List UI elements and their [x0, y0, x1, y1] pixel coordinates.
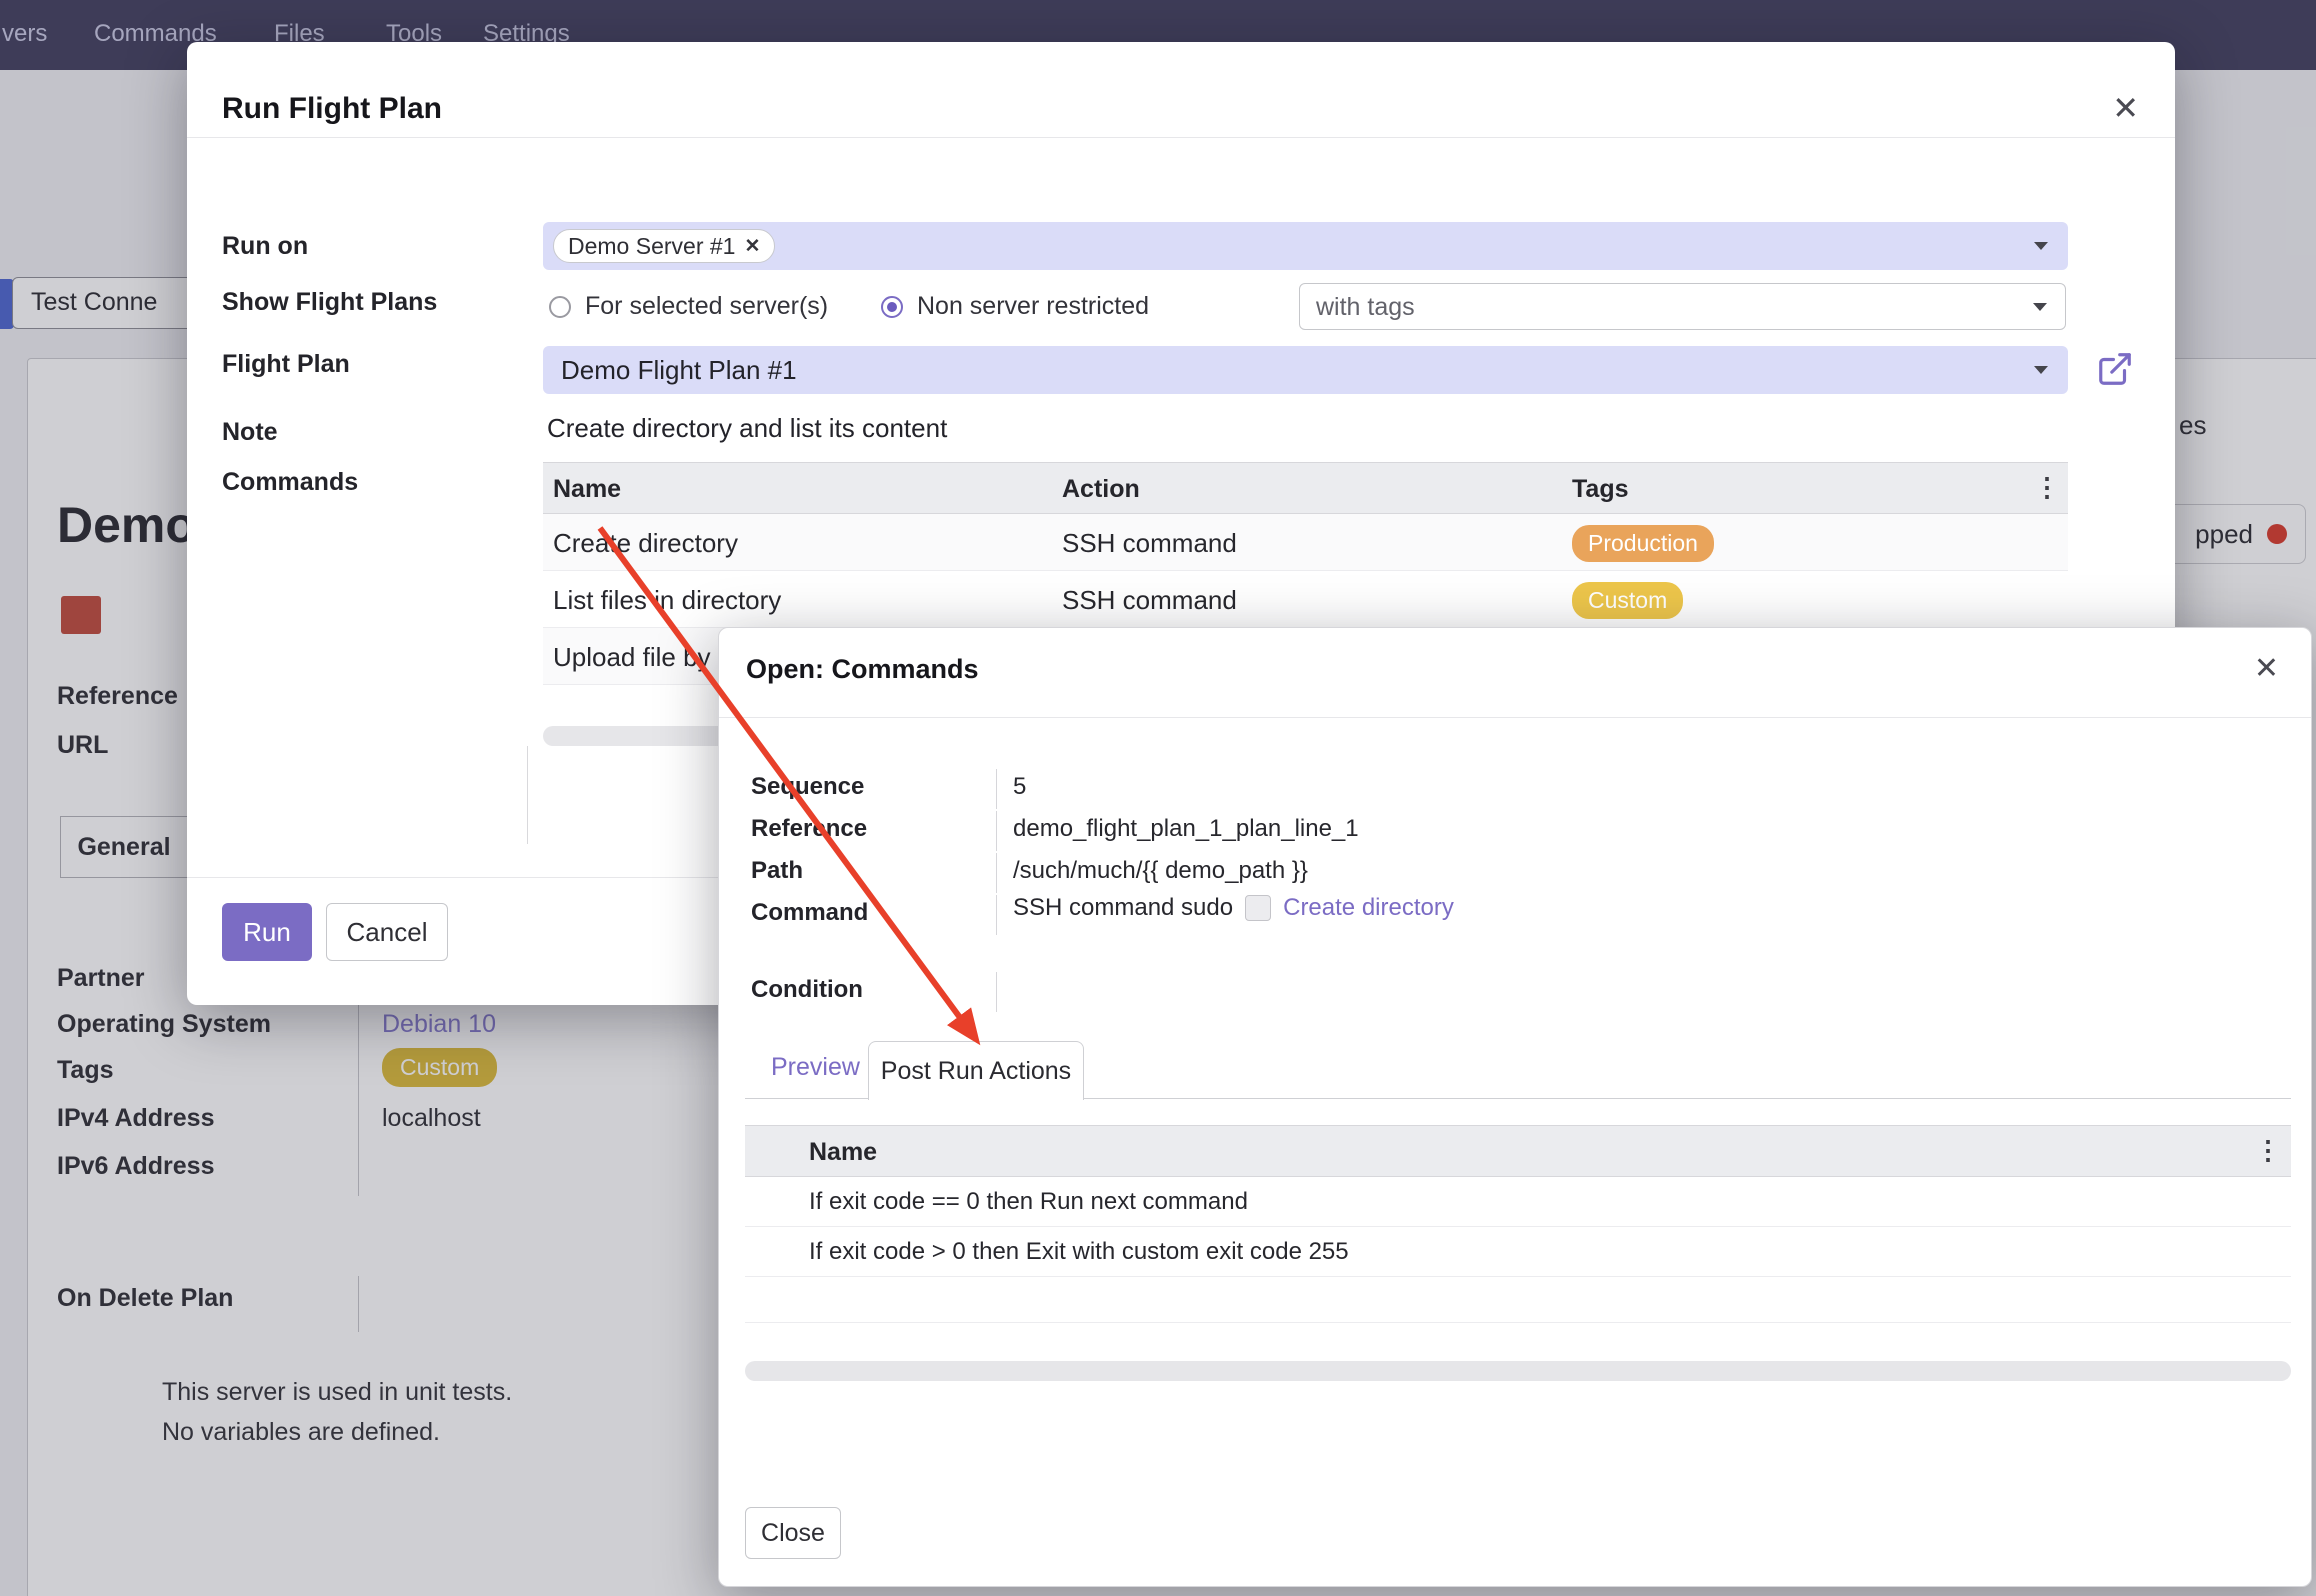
note-label: Note — [222, 418, 278, 447]
server-chip-label: Demo Server #1 — [568, 233, 735, 260]
path-label: Path — [751, 857, 803, 885]
tab-preview[interactable]: Preview — [771, 1053, 860, 1082]
field-separator — [996, 811, 997, 851]
radio-non-server-restricted[interactable] — [881, 296, 903, 318]
dialog-title: Open: Commands — [746, 654, 979, 685]
tag-badge: Custom — [1572, 582, 1683, 619]
commands-label: Commands — [222, 468, 358, 497]
cell-name: List files in directory — [553, 585, 781, 616]
post-run-actions-table: Name ⋮ If exit code == 0 then Run next c… — [745, 1125, 2291, 1323]
col-name[interactable]: Name — [809, 1138, 877, 1167]
condition-label: Condition — [751, 976, 863, 1004]
dialog-header — [187, 42, 2175, 138]
run-on-server-input[interactable]: Demo Server #1 ✕ — [543, 222, 2068, 270]
table-row[interactable]: Create directory SSH command Production — [543, 514, 2068, 571]
command-label: Command — [751, 899, 868, 927]
run-button[interactable]: Run — [222, 903, 312, 961]
col-name[interactable]: Name — [553, 475, 621, 504]
sequence-label: Sequence — [751, 773, 864, 801]
run-on-label: Run on — [222, 232, 308, 261]
chevron-down-icon[interactable] — [2033, 303, 2047, 311]
with-tags-filter-value: with tags — [1316, 293, 1415, 322]
tab-post-run-actions-label: Post Run Actions — [881, 1057, 1071, 1086]
chevron-down-icon[interactable] — [2034, 242, 2048, 250]
flight-plan-value: Demo Flight Plan #1 — [561, 355, 797, 386]
table-row-empty — [745, 1277, 2291, 1323]
field-separator — [996, 972, 997, 1012]
close-button[interactable]: Close — [745, 1507, 841, 1559]
dialog-title: Run Flight Plan — [222, 92, 442, 126]
command-value-row: SSH command sudo Create directory — [1013, 894, 1454, 922]
table-header-row: Name ⋮ — [745, 1125, 2291, 1177]
open-commands-dialog: Open: Commands ✕ Sequence 5 Reference de… — [718, 627, 2312, 1587]
command-value: SSH command sudo — [1013, 894, 1233, 922]
field-separator — [996, 769, 997, 809]
cell-name: Create directory — [553, 528, 738, 559]
field-separator — [996, 853, 997, 893]
field-separator — [996, 895, 997, 935]
tag-badge: Production — [1572, 525, 1714, 562]
path-value: /such/much/{{ demo_path }} — [1013, 857, 1308, 885]
radio-for-selected-servers[interactable] — [549, 296, 571, 318]
cell-name: If exit code == 0 then Run next command — [809, 1188, 1248, 1216]
sequence-value: 5 — [1013, 773, 1026, 801]
flight-plan-label: Flight Plan — [222, 350, 350, 379]
col-action[interactable]: Action — [1062, 475, 1140, 504]
table-row[interactable]: If exit code == 0 then Run next command — [745, 1177, 2291, 1227]
horizontal-scrollbar[interactable] — [745, 1361, 2291, 1381]
show-flight-plans-label: Show Flight Plans — [222, 288, 437, 317]
flight-plan-select[interactable]: Demo Flight Plan #1 — [543, 346, 2068, 394]
chevron-down-icon[interactable] — [2034, 366, 2048, 374]
create-directory-link[interactable]: Create directory — [1283, 894, 1454, 922]
external-link-icon[interactable] — [2096, 350, 2134, 388]
close-icon[interactable]: ✕ — [2254, 654, 2279, 684]
cell-action: SSH command — [1062, 585, 1237, 616]
screen: vers Commands Files Tools Settings Test … — [0, 0, 2316, 1596]
table-options-kebab-icon[interactable]: ⋮ — [2255, 1137, 2281, 1163]
flight-plan-description: Create directory and list its content — [547, 413, 947, 444]
radio-non-server-restricted-label[interactable]: Non server restricted — [917, 292, 1149, 321]
reference-label: Reference — [751, 815, 867, 843]
remove-chip-icon[interactable]: ✕ — [744, 235, 760, 258]
close-icon[interactable]: ✕ — [2112, 92, 2139, 124]
table-row[interactable]: If exit code > 0 then Exit with custom e… — [745, 1227, 2291, 1277]
table-options-kebab-icon[interactable]: ⋮ — [2034, 474, 2060, 500]
table-row[interactable]: List files in directory SSH command Cust… — [543, 571, 2068, 628]
cell-name: If exit code > 0 then Exit with custom e… — [809, 1238, 1349, 1266]
label-column-separator — [527, 746, 528, 844]
with-tags-filter-input[interactable]: with tags — [1299, 283, 2066, 330]
col-tags[interactable]: Tags — [1572, 475, 1629, 504]
cell-name: Upload file by — [553, 642, 711, 673]
cancel-button[interactable]: Cancel — [326, 903, 448, 961]
reference-value: demo_flight_plan_1_plan_line_1 — [1013, 815, 1359, 843]
radio-for-selected-servers-label[interactable]: For selected server(s) — [585, 292, 828, 321]
server-chip[interactable]: Demo Server #1 ✕ — [553, 229, 775, 263]
cell-action: SSH command — [1062, 528, 1237, 559]
table-header-row: Name Action Tags ⋮ — [543, 462, 2068, 514]
create-directory-checkbox[interactable] — [1245, 895, 1271, 921]
tab-post-run-actions[interactable]: Post Run Actions — [868, 1041, 1084, 1100]
